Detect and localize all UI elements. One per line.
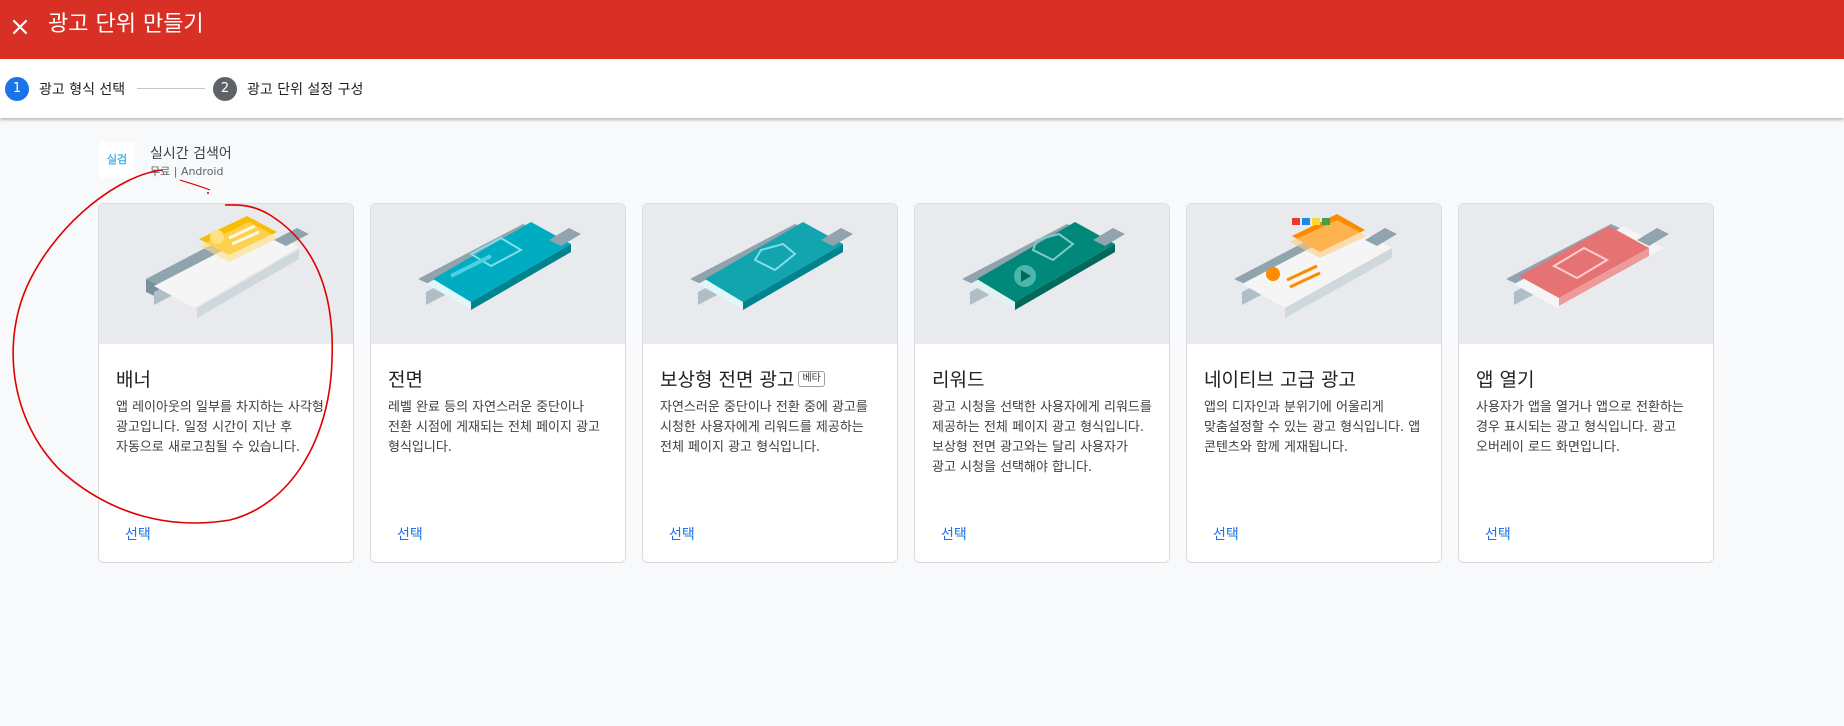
card-description: 앱 레이아웃의 일부를 차지하는 사각형 광고입니다. 일정 시간이 지난 후 … — [116, 400, 324, 455]
card-description: 자연스러운 중단이나 전환 중에 광고를 시청한 사용자에게 리워드를 제공하는… — [660, 400, 868, 455]
step-label: 광고 단위 설정 구성 — [247, 82, 364, 98]
app-open-illustration — [1459, 204, 1713, 344]
card-title: 보상형 전면 광고 베타 — [660, 365, 825, 392]
step-configure-ad-unit[interactable]: 2 광고 단위 설정 구성 — [213, 77, 363, 101]
format-card-interstitial[interactable]: 전면 레벨 완료 등의 자연스러운 중단이나 전환 시점에 게재되는 전체 페이… — [370, 203, 626, 563]
page-title: 광고 단위 만들기 — [48, 12, 204, 37]
card-title-text: 앱 열기 — [1476, 369, 1535, 391]
card-title: 네이티브 고급 광고 — [1204, 365, 1356, 392]
card-title: 전면 — [388, 365, 423, 392]
rewarded-illustration — [915, 204, 1169, 344]
card-title-text: 전면 — [388, 369, 423, 391]
card-title-text: 배너 — [116, 369, 151, 391]
step-connector — [137, 88, 205, 89]
close-icon — [12, 19, 28, 35]
app-name: 실시간 검색어 — [150, 146, 232, 162]
format-card-app-open[interactable]: 앱 열기 사용자가 앱을 열거나 앱으로 전환하는 경우 표시되는 광고 형식입… — [1458, 203, 1714, 563]
banner-illustration — [99, 204, 353, 344]
select-banner-button[interactable]: 선택 — [125, 524, 151, 544]
card-title-text: 리워드 — [932, 369, 985, 391]
app-meta: 무료 | Android — [150, 165, 224, 178]
select-interstitial-button[interactable]: 선택 — [397, 524, 423, 544]
step-number: 2 — [213, 77, 237, 101]
native-illustration — [1187, 204, 1441, 344]
close-button[interactable] — [9, 14, 31, 40]
card-description: 앱의 디자인과 분위기에 어울리게 맞춤설정할 수 있는 광고 형식입니다. 앱… — [1204, 400, 1421, 455]
step-number: 1 — [5, 77, 29, 101]
format-card-rewarded[interactable]: 리워드 광고 시청을 선택한 사용자에게 리워드를 제공하는 전체 페이지 광고… — [914, 203, 1170, 563]
top-app-bar: 광고 단위 만들기 — [0, 0, 1844, 59]
card-description: 광고 시청을 선택한 사용자에게 리워드를 제공하는 전체 페이지 광고 형식입… — [932, 400, 1152, 475]
select-rewarded-interstitial-button[interactable]: 선택 — [669, 524, 695, 544]
stepper: 1 광고 형식 선택 2 광고 단위 설정 구성 — [0, 59, 1844, 118]
format-card-native-advanced[interactable]: 네이티브 고급 광고 앱의 디자인과 분위기에 어울리게 맞춤설정할 수 있는 … — [1186, 203, 1442, 563]
format-card-rewarded-interstitial[interactable]: 보상형 전면 광고 베타 자연스러운 중단이나 전환 중에 광고를 시청한 사용… — [642, 203, 898, 563]
card-title: 리워드 — [932, 365, 984, 392]
step-label: 광고 형식 선택 — [39, 82, 126, 98]
rewarded-interstitial-illustration — [643, 204, 897, 344]
step-select-format[interactable]: 1 광고 형식 선택 — [5, 77, 125, 101]
app-icon: 실검 — [99, 142, 135, 178]
format-card-banner[interactable]: 배너 앱 레이아웃의 일부를 차지하는 사각형 광고입니다. 일정 시간이 지난… — [98, 203, 354, 563]
card-title-text: 네이티브 고급 광고 — [1204, 369, 1356, 391]
card-title: 앱 열기 — [1476, 365, 1534, 392]
interstitial-illustration — [371, 204, 625, 344]
card-title-text: 보상형 전면 광고 — [660, 369, 795, 391]
card-description: 레벨 완료 등의 자연스러운 중단이나 전환 시점에 게재되는 전체 페이지 광… — [388, 400, 601, 455]
card-description: 사용자가 앱을 열거나 앱으로 전환하는 경우 표시되는 광고 형식입니다. 광… — [1476, 400, 1684, 455]
select-native-button[interactable]: 선택 — [1213, 524, 1239, 544]
card-title: 배너 — [116, 365, 151, 392]
select-rewarded-button[interactable]: 선택 — [941, 524, 967, 544]
select-app-open-button[interactable]: 선택 — [1485, 524, 1511, 544]
beta-badge: 베타 — [798, 370, 825, 387]
